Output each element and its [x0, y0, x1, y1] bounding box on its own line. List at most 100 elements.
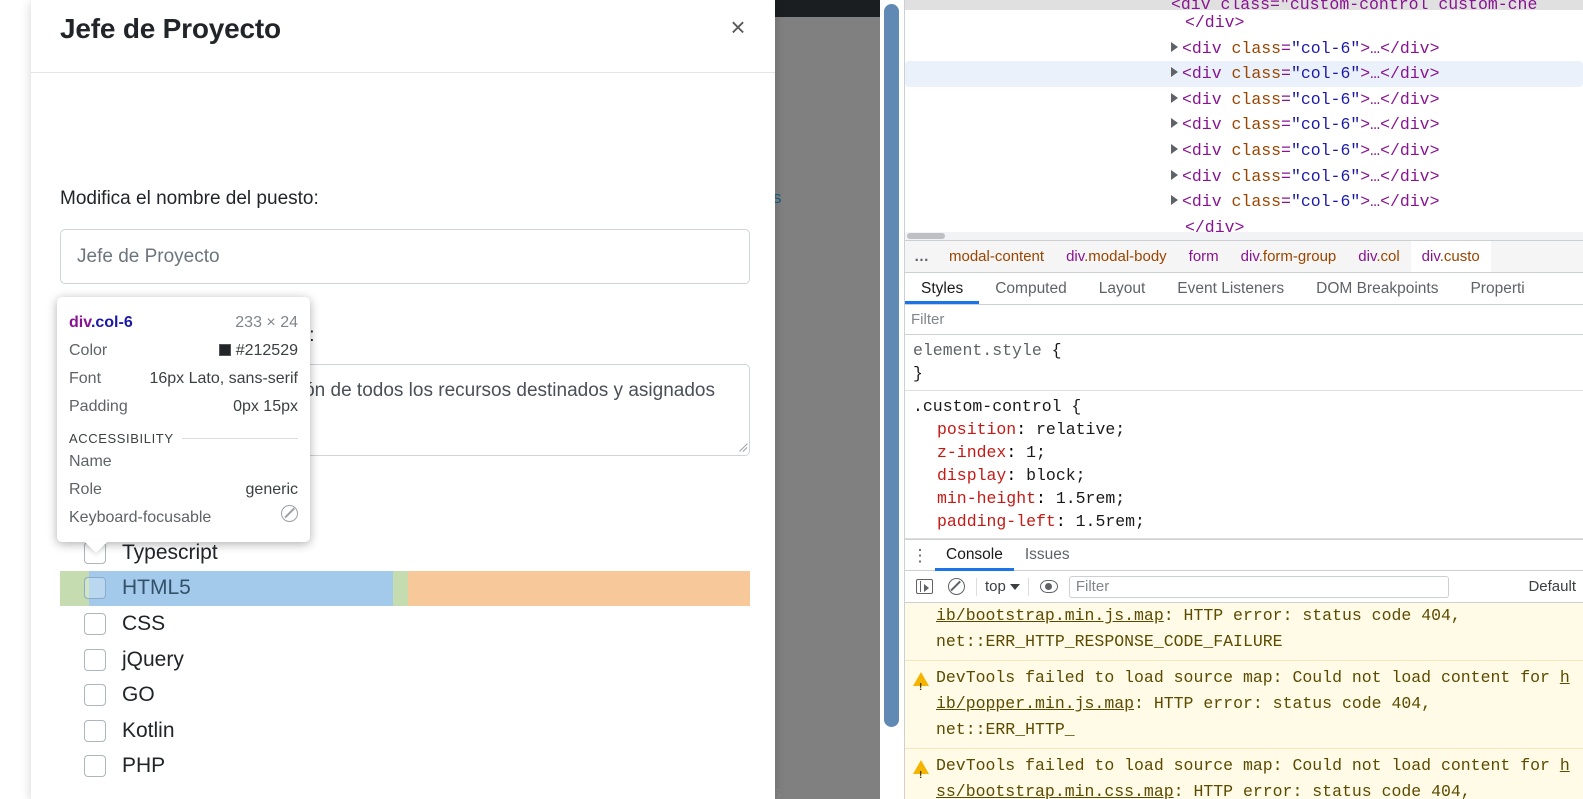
- css-value: block;: [1026, 466, 1086, 485]
- css-declaration[interactable]: padding-left: 1.5rem;: [913, 510, 1583, 533]
- css-declaration[interactable]: min-height: 1.5rem;: [913, 487, 1583, 510]
- css-rule-block[interactable]: .custom-control {position: relative; z-in…: [905, 391, 1583, 539]
- breadcrumb-item-div-col[interactable]: div.col: [1347, 241, 1410, 272]
- dom-close-tag: </div>: [1380, 64, 1440, 84]
- live-expression-icon[interactable]: [1037, 576, 1061, 598]
- checkbox-jquery[interactable]: [84, 648, 106, 671]
- technology-checkbox-row[interactable]: CSS: [60, 606, 750, 642]
- dom-tree-node[interactable]: <div class="col-6">…</div>: [905, 36, 1583, 62]
- dom-tree-node[interactable]: <div class="col-6">…</div>: [905, 138, 1583, 164]
- close-icon[interactable]: ×: [723, 12, 753, 42]
- modal-header: Jefe de Proyecto ×: [31, 0, 775, 73]
- dom-tree-node[interactable]: <div class="col-6">…</div>: [905, 112, 1583, 138]
- breadcrumb-overflow[interactable]: …: [905, 241, 938, 272]
- clear-console-icon[interactable]: [944, 576, 968, 598]
- more-options-icon[interactable]: ⋮: [905, 547, 935, 564]
- console-message-list: ib/bootstrap.min.js.map: HTTP error: sta…: [905, 603, 1583, 799]
- console-message-link[interactable]: h: [1560, 668, 1570, 687]
- position-name-input[interactable]: [60, 229, 750, 284]
- console-message-text: ib/bootstrap.min.js.map: HTTP error: sta…: [936, 603, 1461, 655]
- chevron-down-icon: [1009, 583, 1020, 590]
- technology-checkbox-row[interactable]: HTML5: [60, 570, 750, 607]
- tab-layout[interactable]: Layout: [1083, 273, 1162, 304]
- technology-checkbox-row[interactable]: PHP: [60, 749, 750, 785]
- dom-tree-node[interactable]: </div>: [905, 10, 1583, 36]
- expand-arrow-icon[interactable]: [1171, 118, 1178, 129]
- tooltip-selector-class: .col-6: [90, 314, 133, 331]
- css-declaration[interactable]: display: block;: [913, 464, 1583, 487]
- tab-properti[interactable]: Properti: [1454, 273, 1540, 304]
- expand-arrow-icon[interactable]: [1171, 143, 1178, 154]
- execution-context-label: top: [985, 578, 1006, 595]
- dom-tree-node[interactable]: <div class="col-6">…</div>: [905, 164, 1583, 190]
- execution-context-selector[interactable]: top: [985, 578, 1020, 595]
- page-scrollbar-thumb[interactable]: [884, 4, 899, 727]
- css-selector[interactable]: element.style: [913, 341, 1042, 360]
- console-message[interactable]: ib/bootstrap.min.js.map: HTTP error: sta…: [905, 603, 1583, 661]
- tab-event-listeners[interactable]: Event Listeners: [1161, 273, 1300, 304]
- checkbox-css[interactable]: [84, 612, 106, 635]
- dom-eq: =: [1281, 192, 1291, 212]
- dom-tree-horizontal-scrollbar[interactable]: [905, 232, 1583, 240]
- css-selector[interactable]: .custom-control: [913, 397, 1062, 416]
- dom-tree-node[interactable]: <div class="col-6">…</div>: [905, 189, 1583, 215]
- dom-ellipsis: …: [1370, 166, 1381, 186]
- tooltip-role-key: Role: [69, 481, 102, 498]
- styles-filter-input[interactable]: [911, 308, 1577, 331]
- checkbox-php[interactable]: [84, 755, 106, 778]
- tooltip-accessibility-title: ACCESSIBILITY: [69, 431, 174, 446]
- log-levels-label[interactable]: Default: [1528, 578, 1576, 595]
- css-declaration[interactable]: z-index: 1;: [913, 441, 1583, 464]
- dom-attr-name: class: [1231, 166, 1282, 186]
- expand-arrow-icon[interactable]: [1171, 195, 1178, 206]
- expand-arrow-icon[interactable]: [1171, 92, 1178, 103]
- expand-arrow-icon[interactable]: [1171, 41, 1178, 52]
- css-selector-line: .custom-control {: [913, 395, 1583, 418]
- screen: s s Jefe de Proyecto × Modifica el nombr…: [0, 0, 1583, 799]
- css-declaration[interactable]: position: relative;: [913, 418, 1583, 441]
- checkbox-html5[interactable]: [84, 577, 106, 600]
- css-open-brace: {: [1061, 397, 1082, 416]
- show-console-sidebar-icon[interactable]: [912, 576, 936, 598]
- css-colon: :: [1055, 512, 1076, 531]
- dom-tree: <div class="custom-control custom-che </…: [905, 0, 1583, 240]
- breadcrumb-item-div-custo[interactable]: div.custo: [1410, 241, 1491, 272]
- technology-checkbox-row[interactable]: jQuery: [60, 642, 750, 678]
- breadcrumb-item-modal-content[interactable]: modal-content: [938, 241, 1055, 272]
- console-message[interactable]: DevTools failed to load source map: Coul…: [905, 749, 1583, 799]
- console-message[interactable]: DevTools failed to load source map: Coul…: [905, 661, 1583, 749]
- tooltip-color-row: Color #212529: [69, 337, 298, 365]
- tooltip-focusable-key: Keyboard-focusable: [69, 509, 212, 526]
- expand-arrow-icon[interactable]: [1171, 67, 1178, 78]
- color-swatch-icon: [218, 344, 231, 356]
- checkbox-go[interactable]: [84, 684, 106, 707]
- console-message-link[interactable]: ss/bootstrap.min.css.map: [936, 782, 1174, 799]
- console-message-link[interactable]: h: [1560, 756, 1570, 775]
- dom-tag-open: <div: [1182, 89, 1232, 109]
- tab-computed[interactable]: Computed: [979, 273, 1083, 304]
- expand-arrow-icon[interactable]: [1171, 169, 1178, 180]
- console-filter-input[interactable]: [1068, 575, 1449, 598]
- css-rule-block[interactable]: element.style {}: [905, 335, 1583, 391]
- console-message-link[interactable]: ib/popper.min.js.map: [936, 694, 1134, 713]
- technology-checkbox-row[interactable]: Kotlin: [60, 713, 750, 749]
- console-message-link[interactable]: ib/bootstrap.min.js.map: [936, 606, 1164, 625]
- tooltip-role-value: generic: [245, 481, 298, 498]
- tooltip-padding-value: 0px 15px: [233, 398, 298, 415]
- dom-tree-node[interactable]: <div class="col-6">…</div>: [905, 61, 1583, 87]
- checkbox-kotlin[interactable]: [84, 719, 106, 742]
- divider: [181, 438, 298, 439]
- dom-line-cut[interactable]: <div class="custom-control custom-che: [905, 0, 1583, 10]
- console-tab-issues[interactable]: Issues: [1014, 540, 1081, 571]
- tab-dom-breakpoints[interactable]: DOM Breakpoints: [1300, 273, 1454, 304]
- breadcrumb-item-div-form-group[interactable]: div.form-group: [1230, 241, 1348, 272]
- breadcrumb-item-form[interactable]: form: [1178, 241, 1230, 272]
- console-tab-console[interactable]: Console: [935, 540, 1014, 571]
- tab-styles[interactable]: Styles: [905, 273, 980, 304]
- dom-tree-node[interactable]: <div class="col-6">…</div>: [905, 87, 1583, 113]
- tooltip-font-row: Font 16px Lato, sans-serif: [69, 365, 298, 393]
- dom-line-cut-text: <div class="custom-control custom-che: [1171, 0, 1538, 10]
- technology-checkbox-row[interactable]: GO: [60, 677, 750, 713]
- styles-rules: element.style {} .custom-control {positio…: [905, 335, 1583, 539]
- breadcrumb-item-div-modal-body[interactable]: div.modal-body: [1055, 241, 1178, 272]
